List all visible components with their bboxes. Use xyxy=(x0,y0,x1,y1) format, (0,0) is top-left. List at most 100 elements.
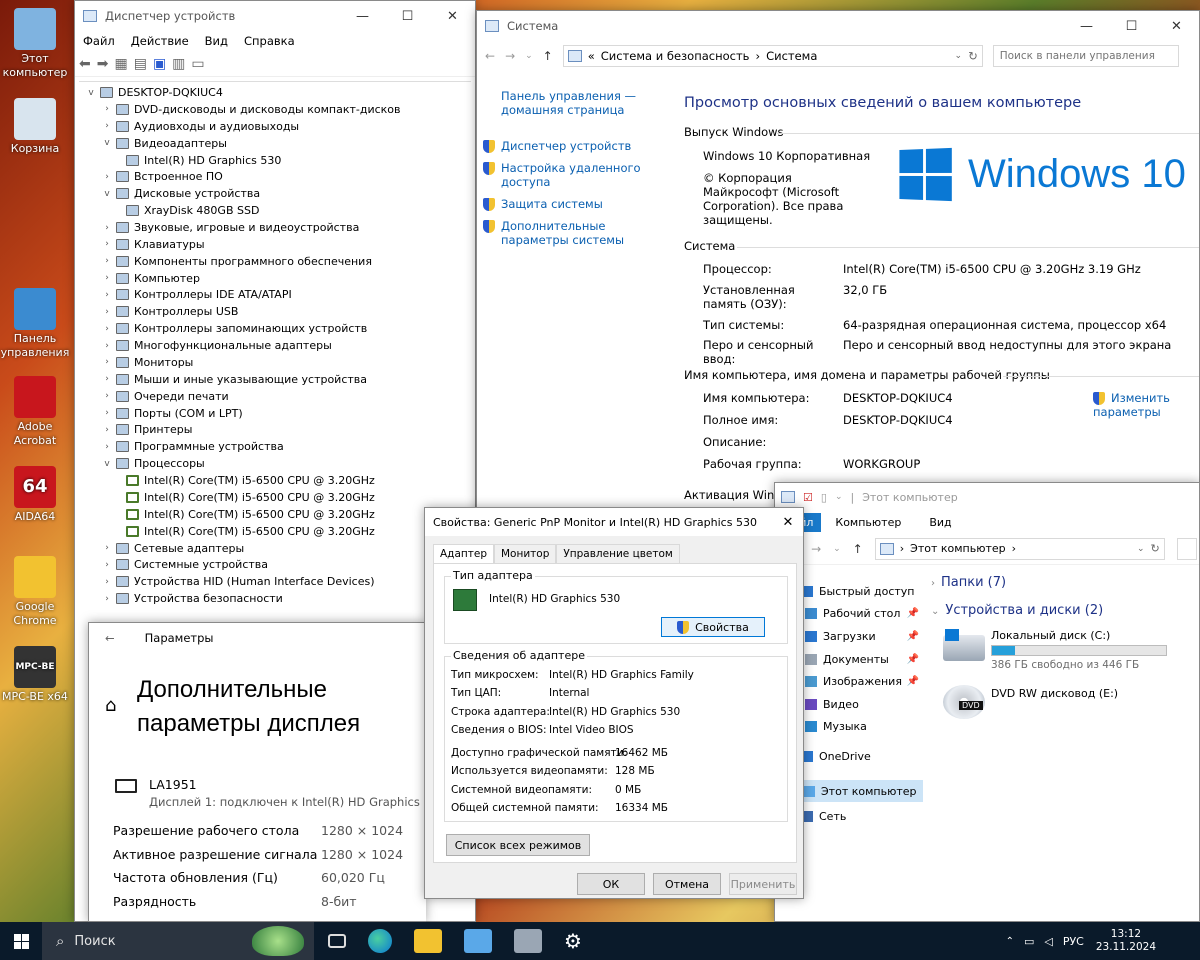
nav-item[interactable]: Сеть xyxy=(801,810,923,823)
cancel-button[interactable]: Отмена xyxy=(653,873,721,895)
tree-item[interactable]: Intel(R) Core(TM) i5-6500 CPU @ 3.20GHz xyxy=(119,472,375,489)
nav-item[interactable]: Документы 📌 xyxy=(805,653,927,666)
help-icon[interactable]: ▣ xyxy=(153,56,166,72)
minimize-icon[interactable]: — xyxy=(340,1,385,31)
back-arrow-icon[interactable]: ⬅ xyxy=(79,56,91,72)
device-manager-icon[interactable] xyxy=(514,929,542,953)
forward-icon[interactable]: → xyxy=(505,49,515,63)
search-box[interactable] xyxy=(1176,537,1197,560)
tree-item[interactable]: › Встроенное ПО xyxy=(101,168,223,185)
ok-button[interactable]: ОК xyxy=(577,873,645,895)
chevron-right-icon[interactable]: › xyxy=(101,543,113,553)
tree-item[interactable]: › Аудиовходы и аудиовыходы xyxy=(101,118,299,135)
pin-icon[interactable]: 📌 xyxy=(907,676,919,687)
tree-item[interactable]: v Дисковые устройства xyxy=(101,185,260,202)
dropdown-icon[interactable]: ⌄ xyxy=(1137,544,1145,554)
chevron-right-icon[interactable]: › xyxy=(101,273,113,283)
tree-item[interactable]: › Принтеры xyxy=(101,421,192,438)
breadcrumb-item[interactable]: Система xyxy=(766,49,817,63)
file-explorer-icon[interactable] xyxy=(414,929,442,953)
tree-item[interactable]: v Процессоры xyxy=(101,455,204,472)
chevron-down-icon[interactable]: v xyxy=(101,459,113,469)
tree-item[interactable]: › Контроллеры запоминающих устройств xyxy=(101,320,367,337)
desktop-icon[interactable]: Корзина xyxy=(0,98,70,156)
menu-item[interactable]: Действие xyxy=(123,34,197,48)
breadcrumb-item[interactable]: Система и безопасность xyxy=(601,49,750,63)
minimize-icon[interactable]: — xyxy=(1064,11,1109,41)
page-icon[interactable]: ▯ xyxy=(821,491,827,504)
dropdown-icon[interactable]: ⌄ xyxy=(833,544,841,554)
ribbon-tab[interactable]: Компьютер xyxy=(821,516,915,529)
change-settings-link[interactable]: Изменить параметры xyxy=(1093,391,1193,419)
back-icon[interactable]: ← xyxy=(485,49,495,63)
tree-item[interactable]: Intel(R) HD Graphics 530 xyxy=(119,152,281,169)
close-icon[interactable]: ✕ xyxy=(430,1,475,31)
tree-item[interactable]: Intel(R) Core(TM) i5-6500 CPU @ 3.20GHz xyxy=(119,523,375,540)
close-icon[interactable]: ✕ xyxy=(773,515,803,530)
dropdown-icon[interactable]: ⌄ xyxy=(525,51,533,61)
tree-item[interactable]: › Многофункциональные адаптеры xyxy=(101,337,332,354)
chevron-right-icon[interactable]: › xyxy=(101,223,113,233)
chevron-right-icon[interactable]: › xyxy=(101,256,113,266)
language-indicator[interactable]: РУС xyxy=(1063,935,1084,948)
taskbar-search[interactable]: ⌕ Поиск xyxy=(42,922,314,960)
volume-icon[interactable]: ◁ xyxy=(1044,935,1052,948)
nav-item[interactable]: Этот компьютер xyxy=(801,780,923,802)
nav-item[interactable]: OneDrive xyxy=(801,750,923,763)
chevron-right-icon[interactable]: › xyxy=(101,408,113,418)
edge-icon[interactable] xyxy=(368,929,392,953)
tree-item[interactable]: › Клавиатуры xyxy=(101,236,204,253)
list-modes-button[interactable]: Список всех режимов xyxy=(446,834,590,856)
sidebar-link[interactable]: Панель управления — домашняя страница xyxy=(483,89,659,117)
pin-icon[interactable]: 📌 xyxy=(907,608,919,619)
forward-arrow-icon[interactable]: ➡ xyxy=(97,56,109,72)
chevron-right-icon[interactable]: › xyxy=(101,341,113,351)
maximize-icon[interactable]: ☐ xyxy=(1109,11,1154,41)
folders-header[interactable]: › Папки (7) xyxy=(931,575,1006,590)
task-view-icon[interactable] xyxy=(328,934,346,948)
control-panel-icon[interactable] xyxy=(464,929,492,953)
drive-e[interactable]: DVD DVD RW дисковод (E:) xyxy=(943,683,1173,729)
desktop-icon[interactable]: Google Chrome xyxy=(0,556,70,628)
tray-chevron-icon[interactable]: ⌃ xyxy=(1006,936,1014,947)
desktop-icon[interactable]: Adobe Acrobat xyxy=(0,376,70,448)
desktop-icon[interactable]: MPC-BE MPC-BE x64 xyxy=(0,646,70,704)
sidebar-link[interactable]: Диспетчер устройств xyxy=(483,139,659,153)
menu-item[interactable]: Вид xyxy=(197,34,236,48)
close-icon[interactable]: ✕ xyxy=(1154,11,1199,41)
chevron-right-icon[interactable]: › xyxy=(101,172,113,182)
tab-adapter[interactable]: Адаптер xyxy=(433,544,494,565)
chevron-right-icon[interactable]: › xyxy=(101,442,113,452)
tree-item[interactable]: › Очереди печати xyxy=(101,388,229,405)
chevron-right-icon[interactable]: › xyxy=(101,357,113,367)
maximize-icon[interactable]: ☐ xyxy=(385,1,430,31)
chevron-right-icon[interactable]: › xyxy=(101,121,113,131)
tree-item[interactable]: › Мониторы xyxy=(101,354,193,371)
tree-item[interactable]: › Компоненты программного обеспечения xyxy=(101,253,372,270)
desktop-icon[interactable]: Этот компьютер xyxy=(0,8,70,80)
tab-color[interactable]: Управление цветом xyxy=(556,544,680,564)
tree-item[interactable]: › Сетевые адаптеры xyxy=(101,540,244,557)
drive-c[interactable]: Локальный диск (C:) 386 ГБ свободно из 4… xyxy=(943,627,1173,677)
nav-item[interactable]: Видео xyxy=(805,698,927,711)
address-bar[interactable]: › Этот компьютер › ⌄ ↻ xyxy=(874,537,1165,560)
menu-item[interactable]: Файл xyxy=(75,34,123,48)
chevron-right-icon[interactable]: › xyxy=(101,307,113,317)
tree-item[interactable]: › DVD-дисководы и дисководы компакт-диско… xyxy=(101,101,400,118)
refresh-icon[interactable]: ↻ xyxy=(968,49,982,63)
dropdown-icon[interactable]: ⌄ xyxy=(955,51,963,61)
chevron-right-icon[interactable]: › xyxy=(101,374,113,384)
desktop-icon[interactable]: Панель управления xyxy=(0,288,70,360)
chevron-down-icon[interactable]: v xyxy=(101,189,113,199)
properties-icon[interactable]: ▦ xyxy=(114,56,127,72)
tree-item[interactable]: Intel(R) Core(TM) i5-6500 CPU @ 3.20GHz xyxy=(119,489,375,506)
search-input[interactable] xyxy=(992,45,1179,67)
pin-icon[interactable]: 📌 xyxy=(907,654,919,665)
start-icon[interactable] xyxy=(0,922,42,960)
tree-item[interactable]: › Компьютер xyxy=(101,270,200,287)
settings-gear-icon[interactable]: ⚙ xyxy=(564,929,582,953)
tree-item[interactable]: › Устройства HID (Human Interface Devices… xyxy=(101,573,374,590)
tree-item[interactable]: › Звуковые, игровые и видеоустройства xyxy=(101,219,359,236)
tree-item[interactable]: › Устройства безопасности xyxy=(101,590,283,607)
clock[interactable]: 13:12 23.11.2024 xyxy=(1096,928,1156,954)
